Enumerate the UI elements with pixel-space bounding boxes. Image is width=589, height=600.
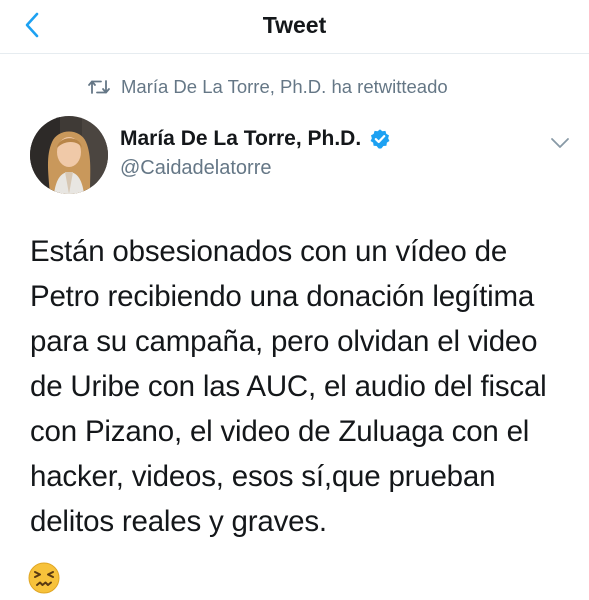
top-bar: Tweet (0, 0, 589, 54)
tweet-menu-button[interactable] (549, 136, 571, 150)
retweet-context[interactable]: María De La Torre, Ph.D. ha retwitteado (87, 76, 448, 98)
tweet-text-line: de Uribe con las AUC, el audio del fisca… (30, 370, 547, 403)
author-name-row: María De La Torre, Ph.D. (120, 127, 391, 151)
tweet-text-line: para su campaña, pero olvidan el video (30, 325, 538, 358)
verified-badge-icon (370, 129, 390, 149)
tweet-text-line: hacker, videos, esos sí,que prueban (30, 460, 496, 493)
author-display-name[interactable]: María De La Torre, Ph.D. (120, 127, 361, 151)
tweet-text-line: Están obsesionados con un vídeo de (30, 235, 508, 268)
tweet-text-line: Petro recibiendo una donación legítima (30, 280, 535, 313)
avatar[interactable] (30, 116, 108, 194)
tweet-text-line: delitos reales y graves. (30, 505, 327, 538)
page-title: Tweet (262, 12, 327, 38)
retweet-icon (88, 80, 110, 94)
profile-photo (30, 116, 108, 194)
author-handle[interactable]: @Caidadelatorre (120, 157, 272, 180)
chevron-down-icon (551, 138, 569, 148)
confounded-face-emoji (28, 562, 60, 594)
retweet-label: María De La Torre, Ph.D. ha retwitteado (121, 76, 448, 97)
confounded-face-icon (28, 562, 60, 594)
tweet-text: Están obsesionados con un vídeo de Petro… (30, 229, 575, 544)
tweet-text-line: con Pizano, el video de Zuluaga con el (30, 415, 530, 448)
